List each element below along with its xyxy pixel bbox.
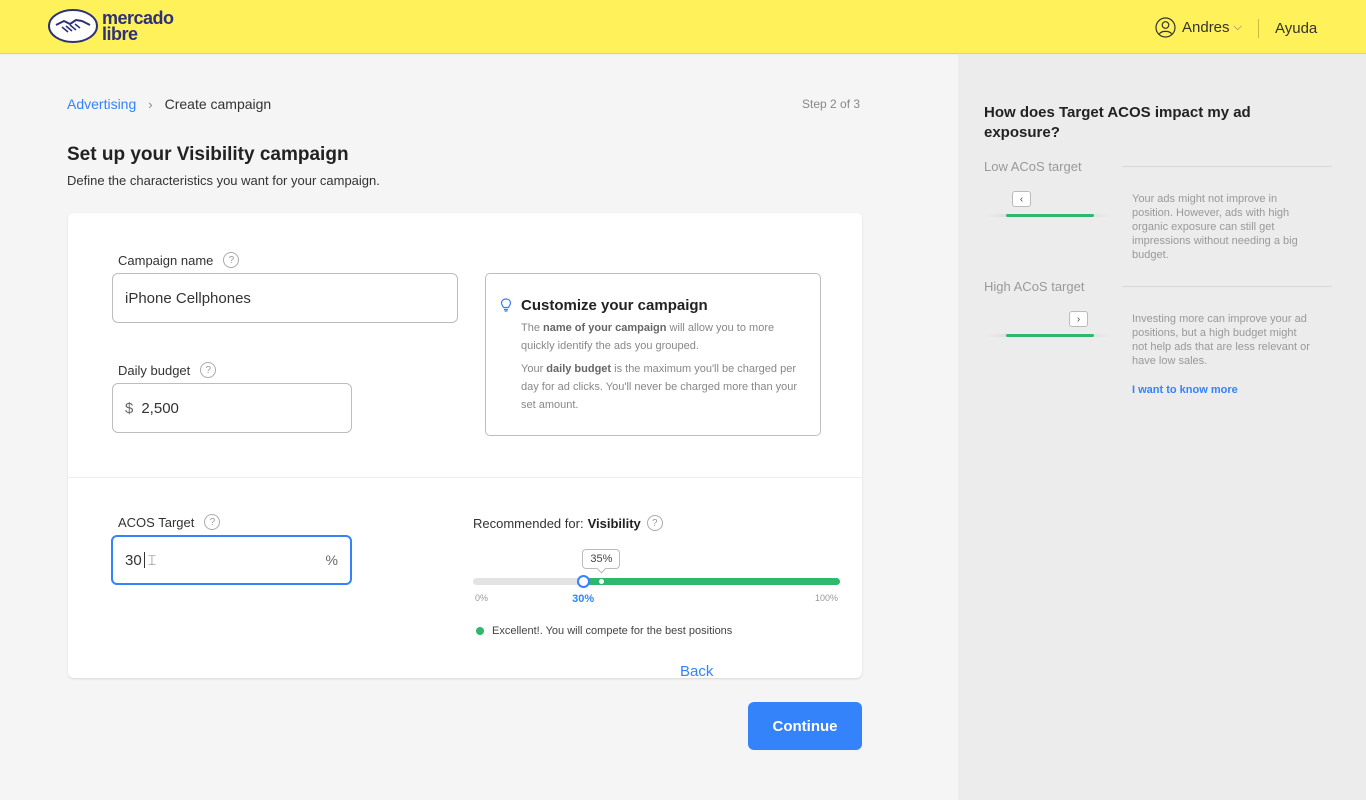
recommended-acos-bubble: 35% [582,549,621,569]
logo-text-line2: libre [102,24,138,44]
card-divider [68,477,862,478]
chevron-down-icon: ⌵ [1233,21,1242,33]
help-sidebar: How does Target ACOS impact my ad exposu… [958,55,1366,800]
help-link[interactable]: Ayuda [1275,20,1317,37]
tip-title: Customize your campaign [521,297,708,314]
daily-budget-label-text: Daily budget [118,362,191,378]
tip-paragraph-budget: Your daily budget is the maximum you'll … [521,360,806,414]
help-question-icon[interactable]: ? [204,514,221,530]
acos-status-message: Excellent!. You will compete for the bes… [476,625,732,637]
customize-campaign-tip: Customize your campaign The name of your… [485,273,821,436]
acos-status-text: Excellent!. You will compete for the bes… [492,625,733,637]
acos-target-value: 30 [125,551,142,569]
campaign-name-label-text: Campaign name [118,252,214,268]
main-content: Advertising › Create campaign Step 2 of … [0,55,958,800]
acos-target-input[interactable]: 30 ⌶ % [111,535,352,585]
user-name: Andres [1182,19,1230,36]
high-acos-heading: High ACoS target [984,279,1085,294]
acos-slider-handle[interactable] [577,575,591,588]
recommended-label: Recommended for: Visibility ? [473,515,663,531]
high-acos-text: Investing more can improve your ad posit… [1132,313,1310,367]
tip-p1-pre: The [521,322,544,334]
breadcrumb: Advertising › Create campaign [67,96,271,112]
tip-paragraph-name: The name of your campaign will allow you… [521,319,806,355]
currency-symbol: $ [125,399,134,417]
slider-max-label: 100% [815,593,839,603]
low-acos-text: Your ads might not improve in position. … [1132,193,1298,261]
status-dot-icon [476,627,484,635]
campaign-form-card: Campaign name ? iPhone Cellphones Daily … [68,213,862,678]
step-indicator: Step 2 of 3 [802,97,861,111]
breadcrumb-current: Create campaign [164,96,272,112]
breadcrumb-advertising-link[interactable]: Advertising [67,96,136,112]
acos-slider-track[interactable] [473,575,840,588]
know-more-link[interactable]: I want to know more [1132,384,1238,396]
lightbulb-icon [500,298,512,312]
handshake-logo-icon [48,9,98,43]
campaign-name-label: Campaign name ? [118,252,240,268]
text-caret [143,552,145,568]
header-divider [1258,19,1259,38]
sidebar-divider [1122,286,1332,287]
low-acos-heading: Low ACoS target [984,159,1082,174]
help-question-icon[interactable]: ? [223,252,240,268]
help-question-icon[interactable]: ? [200,362,217,378]
sidebar-divider [1122,166,1332,167]
acos-target-label-text: ACOS Target [118,514,195,530]
recommended-prefix: Recommended for: [473,515,584,531]
continue-button[interactable]: Continue [748,702,862,750]
daily-budget-label: Daily budget ? [118,362,217,378]
page-subtitle: Define the characteristics you want for … [67,173,380,188]
page-title: Set up your Visibility campaign [67,144,349,165]
high-acos-mini-fill [1006,334,1094,337]
chevron-right-icon: › [148,96,153,112]
daily-budget-input[interactable]: $ 2,500 [112,383,352,433]
user-menu[interactable]: Andres ⌵ [1155,17,1242,38]
top-header: mercado libre Andres ⌵ Ayuda [0,0,1366,54]
sidebar-title: How does Target ACOS impact my ad exposu… [984,104,1251,141]
slider-min-label: 0% [475,593,489,603]
daily-budget-value: 2,500 [141,399,179,417]
chevron-left-icon: ‹ [1012,191,1031,207]
user-avatar-icon [1155,17,1176,38]
slider-current-label: 30% [572,593,595,605]
mercadolibre-logo[interactable]: mercado libre [48,9,174,43]
campaign-name-input[interactable]: iPhone Cellphones [112,273,458,323]
recommended-value: Visibility [587,515,641,531]
text-cursor-icon: ⌶ [147,551,157,568]
back-button[interactable]: Back [680,663,713,680]
tip-p1-bold: name of your campaign [543,322,667,334]
tip-p2-pre: Your [521,363,547,375]
logo-wordmark: mercado libre [102,9,174,44]
help-question-icon[interactable]: ? [646,515,663,531]
campaign-name-value: iPhone Cellphones [125,289,251,307]
acos-target-label: ACOS Target ? [118,514,221,530]
high-acos-mini-slider [986,334,1110,337]
low-acos-mini-slider [986,214,1110,217]
percent-suffix: % [325,552,338,568]
tip-p2-bold: daily budget [546,363,612,375]
chevron-right-icon: › [1069,311,1088,327]
low-acos-mini-fill [1006,214,1094,217]
acos-slider-fill [579,578,840,585]
